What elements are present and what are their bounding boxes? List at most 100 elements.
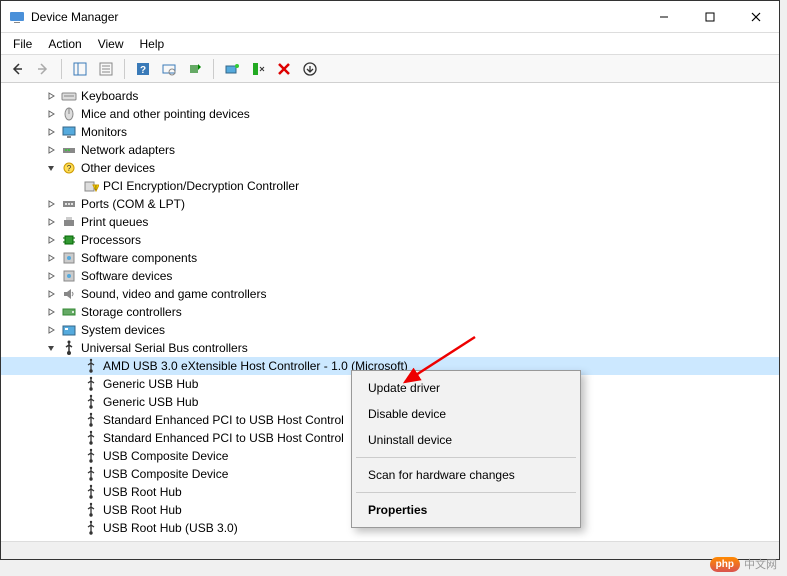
tree-node[interactable]: System devices: [1, 321, 779, 339]
expand-icon[interactable]: [45, 234, 57, 246]
tree-node[interactable]: !PCI Encryption/Decryption Controller: [1, 177, 779, 195]
expand-icon: [67, 522, 79, 534]
uninstall-device-button[interactable]: [272, 57, 296, 81]
tree-node[interactable]: ? Other devices: [1, 159, 779, 177]
toolbar-separator: [213, 59, 214, 79]
monitor-icon: [61, 124, 77, 140]
tree-node[interactable]: Processors: [1, 231, 779, 249]
expand-icon[interactable]: [45, 288, 57, 300]
scan-hardware-button[interactable]: [157, 57, 181, 81]
titlebar: Device Manager: [1, 1, 779, 33]
svg-text:?: ?: [67, 164, 72, 173]
tree-node-label: Print queues: [81, 215, 148, 229]
tree-node-label: Standard Enhanced PCI to USB Host Contro…: [103, 413, 344, 427]
expand-icon[interactable]: [45, 270, 57, 282]
tree-node-label: USB Root Hub (USB 3.0): [103, 521, 238, 535]
usb-device-icon: [83, 502, 99, 518]
tree-node[interactable]: Universal Serial Bus controllers: [1, 339, 779, 357]
expand-icon: [67, 396, 79, 408]
app-icon: [9, 9, 25, 25]
usb-device-icon: [83, 358, 99, 374]
back-button[interactable]: [5, 57, 29, 81]
expand-icon: [67, 360, 79, 372]
usb-device-icon: [83, 466, 99, 482]
show-hide-tree-button[interactable]: [68, 57, 92, 81]
tree-node-label: USB Root Hub: [103, 503, 182, 517]
collapse-icon[interactable]: [45, 342, 57, 354]
tree-node-label: Storage controllers: [81, 305, 182, 319]
tree-node[interactable]: Storage controllers: [1, 303, 779, 321]
expand-icon[interactable]: [45, 306, 57, 318]
tree-node[interactable]: Monitors: [1, 123, 779, 141]
tree-node[interactable]: Sound, video and game controllers: [1, 285, 779, 303]
statusbar: [1, 541, 779, 559]
maximize-button[interactable]: [687, 1, 733, 32]
software-icon: [61, 268, 77, 284]
tree-node-label: Network adapters: [81, 143, 175, 157]
forward-button[interactable]: [31, 57, 55, 81]
tree-node[interactable]: Software components: [1, 249, 779, 267]
help-button[interactable]: ?: [131, 57, 155, 81]
menubar: File Action View Help: [1, 33, 779, 55]
context-menu-item[interactable]: Update driver: [354, 375, 578, 401]
enable-device-button[interactable]: [220, 57, 244, 81]
other-icon: ?: [61, 160, 77, 176]
expand-icon[interactable]: [45, 126, 57, 138]
tree-node-label: Other devices: [81, 161, 155, 175]
context-menu-item[interactable]: Uninstall device: [354, 427, 578, 453]
expand-icon[interactable]: [45, 252, 57, 264]
tree-node-label: Generic USB Hub: [103, 377, 198, 391]
show-hidden-devices-button[interactable]: [298, 57, 322, 81]
menu-file[interactable]: File: [5, 35, 40, 53]
usb-device-icon: [83, 412, 99, 428]
expand-icon: [67, 180, 79, 192]
properties-button[interactable]: [94, 57, 118, 81]
sound-icon: [61, 286, 77, 302]
expand-icon[interactable]: [45, 216, 57, 228]
minimize-button[interactable]: [641, 1, 687, 32]
expand-icon: [67, 504, 79, 516]
tree-node-label: Monitors: [81, 125, 127, 139]
usb-device-icon: [83, 484, 99, 500]
tree-node-label: Mice and other pointing devices: [81, 107, 250, 121]
storage-icon: [61, 304, 77, 320]
tree-node[interactable]: Network adapters: [1, 141, 779, 159]
menu-view[interactable]: View: [90, 35, 132, 53]
expand-icon[interactable]: [45, 144, 57, 156]
context-menu-item[interactable]: Disable device: [354, 401, 578, 427]
expand-icon[interactable]: [45, 198, 57, 210]
expand-icon: [67, 468, 79, 480]
tree-node[interactable]: Keyboards: [1, 87, 779, 105]
tree-node-label: Universal Serial Bus controllers: [81, 341, 248, 355]
menu-action[interactable]: Action: [40, 35, 89, 53]
tree-node-label: Software devices: [81, 269, 172, 283]
watermark-text: 中文网: [744, 556, 777, 572]
expand-icon[interactable]: [45, 108, 57, 120]
tree-node-label: USB Root Hub: [103, 485, 182, 499]
toolbar-separator: [124, 59, 125, 79]
tree-node[interactable]: Software devices: [1, 267, 779, 285]
context-menu-item[interactable]: Scan for hardware changes: [354, 462, 578, 488]
tree-node[interactable]: Ports (COM & LPT): [1, 195, 779, 213]
tree-node[interactable]: Mice and other pointing devices: [1, 105, 779, 123]
context-menu: Update driverDisable deviceUninstall dev…: [351, 370, 581, 528]
expand-icon[interactable]: [45, 90, 57, 102]
usb-device-icon: [83, 520, 99, 536]
update-driver-button[interactable]: [183, 57, 207, 81]
collapse-icon[interactable]: [45, 162, 57, 174]
menu-help[interactable]: Help: [132, 35, 173, 53]
context-menu-separator: [356, 492, 576, 493]
mouse-icon: [61, 106, 77, 122]
context-menu-item[interactable]: Properties: [354, 497, 578, 523]
expand-icon[interactable]: [45, 324, 57, 336]
watermark-badge: php: [710, 557, 740, 572]
system-icon: [61, 322, 77, 338]
tree-node-label: Sound, video and game controllers: [81, 287, 266, 301]
expand-icon: [67, 414, 79, 426]
warning-icon: !: [83, 178, 99, 194]
port-icon: [61, 196, 77, 212]
close-button[interactable]: [733, 1, 779, 32]
svg-text:?: ?: [140, 65, 146, 76]
disable-device-button[interactable]: [246, 57, 270, 81]
tree-node[interactable]: Print queues: [1, 213, 779, 231]
